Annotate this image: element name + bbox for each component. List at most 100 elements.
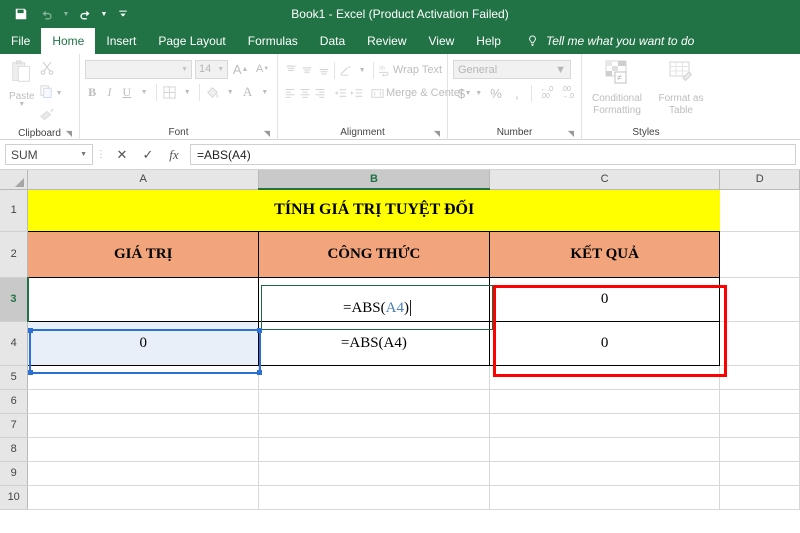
row-header-4[interactable]: 4 [0,321,29,366]
cell-a8[interactable] [27,437,259,462]
row-header-2[interactable]: 2 [0,231,29,278]
font-color-chevron-down-icon[interactable]: ▼ [258,82,272,102]
grow-font-icon[interactable]: A ▲ [231,59,250,79]
tab-insert[interactable]: Insert [95,28,147,54]
row-header-10[interactable]: 10 [0,485,29,510]
name-box[interactable]: SUM ▼ [5,144,93,165]
cell-d3[interactable] [719,277,800,322]
increase-indent-icon[interactable] [349,83,364,103]
undo-icon[interactable] [34,3,60,25]
cell-a6[interactable] [27,389,259,414]
cell-d7[interactable] [719,413,800,438]
font-color-icon[interactable]: A [240,82,254,102]
align-left-icon[interactable] [283,83,297,103]
formula-bar-grip[interactable]: ⋮ [93,149,109,160]
paste-chevron-down-icon[interactable]: ▼ [18,101,25,108]
select-all-corner[interactable] [0,170,29,190]
cell-c9[interactable] [489,461,721,486]
font-size-input[interactable]: 14 ▼ [195,59,229,79]
column-header-d[interactable]: D [719,170,800,190]
align-bottom-icon[interactable] [316,60,331,80]
increase-decimal-icon[interactable]: ←.0.00 [538,83,555,103]
cell-b7[interactable] [258,413,490,438]
font-dialog-launcher-icon[interactable]: ◥ [264,129,270,138]
cell-c4[interactable]: 0 [489,321,721,366]
underline-button[interactable]: U [120,82,134,102]
enter-formula-icon[interactable]: ✓ [135,144,161,166]
font-size-chevron-down-icon[interactable]: ▼ [217,66,224,73]
align-right-icon[interactable] [313,83,327,103]
fill-color-icon[interactable] [205,82,220,102]
italic-button[interactable]: I [102,82,116,102]
number-format-chevron-down-icon[interactable]: ▼ [555,64,566,76]
tab-data[interactable]: Data [309,28,356,54]
number-dialog-launcher-icon[interactable]: ◥ [568,129,574,138]
save-icon[interactable] [8,3,34,25]
cell-d4[interactable] [719,321,800,366]
cell-c10[interactable] [489,485,721,510]
cell-d6[interactable] [719,389,800,414]
copy-button[interactable]: ▼ [39,84,63,104]
cell-a1-title-banner[interactable]: TÍNH GIÁ TRỊ TUYỆT ĐỐI [27,189,720,232]
cell-c8[interactable] [489,437,721,462]
currency-chevron-down-icon[interactable]: ▼ [474,83,484,103]
customize-quick-access-icon[interactable] [110,3,136,25]
cell-a7[interactable] [27,413,259,438]
row-header-9[interactable]: 9 [0,461,29,486]
formula-input[interactable]: =ABS(A4) [190,144,796,165]
insert-function-icon[interactable]: fx [161,144,187,166]
font-name-input[interactable]: ▼ [85,59,192,79]
cell-b5[interactable] [258,365,490,390]
cell-a3[interactable] [27,277,259,322]
cell-d10[interactable] [719,485,800,510]
column-header-b[interactable]: B [258,170,490,190]
cell-b9[interactable] [258,461,490,486]
redo-chevron-down-icon[interactable]: ▼ [98,3,110,25]
tab-review[interactable]: Review [356,28,417,54]
orientation-icon[interactable] [338,60,353,80]
borders-icon[interactable] [162,82,177,102]
number-format-select[interactable]: General ▼ [453,60,571,79]
shrink-font-icon[interactable]: A ▼ [253,59,272,79]
row-header-6[interactable]: 6 [0,389,29,414]
redo-icon[interactable] [72,3,98,25]
align-middle-icon[interactable] [299,60,314,80]
tab-help[interactable]: Help [465,28,512,54]
cell-d9[interactable] [719,461,800,486]
cell-a9[interactable] [27,461,259,486]
cell-d1[interactable] [719,189,800,232]
comma-style-button[interactable]: , [508,83,525,103]
tell-me-search[interactable]: Tell me what you want to do [512,28,704,54]
currency-button[interactable]: $ [453,83,470,103]
tab-page-layout[interactable]: Page Layout [147,28,236,54]
paste-button[interactable]: Paste ▼ [5,57,39,108]
cell-a5[interactable] [27,365,259,390]
fill-color-chevron-down-icon[interactable]: ▼ [223,82,237,102]
cell-b8[interactable] [258,437,490,462]
decrease-decimal-icon[interactable]: .00 →.0 [559,83,576,103]
cell-d5[interactable] [719,365,800,390]
tab-file[interactable]: File [0,28,41,54]
font-name-chevron-down-icon[interactable]: ▼ [181,66,188,73]
cell-c7[interactable] [489,413,721,438]
cell-c3[interactable]: 0 [489,277,721,322]
cell-b6[interactable] [258,389,490,414]
cell-c6[interactable] [489,389,721,414]
row-header-5[interactable]: 5 [0,365,29,390]
wrap-text-label[interactable]: Wrap Text [393,64,442,76]
cell-b10[interactable] [258,485,490,510]
decrease-indent-icon[interactable] [333,83,348,103]
cell-d2[interactable] [719,231,800,278]
tab-home[interactable]: Home [41,28,96,54]
copy-chevron-down-icon[interactable]: ▼ [56,90,63,97]
orientation-chevron-down-icon[interactable]: ▼ [354,60,369,80]
align-top-icon[interactable] [283,60,298,80]
cell-a2-header-gia-tri[interactable]: GIÁ TRỊ [27,230,259,278]
tab-view[interactable]: View [418,28,466,54]
row-header-1[interactable]: 1 [0,189,29,232]
cell-b2-header-cong-thuc[interactable]: CÔNG THỨC [258,230,490,278]
underline-chevron-down-icon[interactable]: ▼ [137,82,151,102]
borders-chevron-down-icon[interactable]: ▼ [180,82,194,102]
column-header-a[interactable]: A [27,170,259,190]
clipboard-dialog-launcher-icon[interactable]: ◥ [66,129,72,138]
